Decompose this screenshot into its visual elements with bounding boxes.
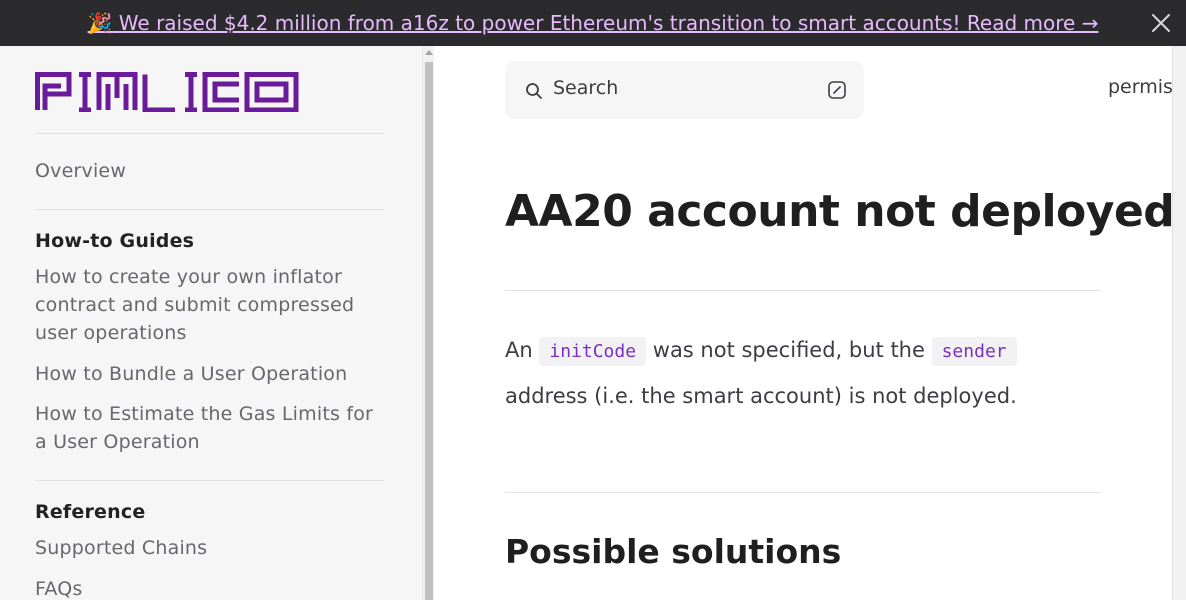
sidebar-heading-reference: Reference [35,501,146,523]
scroll-up-arrow-icon[interactable] [425,50,433,55]
page-title: AA20 account not deployed [505,186,1175,237]
search-placeholder: Search [553,77,619,99]
sidebar-item-supported-chains[interactable]: Supported Chains [35,534,395,562]
sidebar-item-overview[interactable]: Overview [35,157,395,185]
announcement-text: We raised $4.2 million from a16z to powe… [118,11,1099,35]
para-text: An [505,338,533,362]
keyboard-shortcut-icon [827,80,847,104]
party-popper-icon: 🎉 [87,11,113,35]
section-heading-possible-solutions: Possible solutions [505,532,842,571]
code-init-code: initCode [539,337,647,366]
main-content: Search permis AA20 account not deployed … [434,46,1175,600]
content-divider [505,492,1101,493]
para-text: address (i.e. the smart account) is not … [505,384,1017,408]
code-sender: sender [931,337,1017,366]
sidebar-scrollbar-thumb[interactable] [425,62,433,600]
sidebar-divider [35,209,384,210]
sidebar: Overview How-to Guides How to create you… [0,46,422,600]
nav-link-permissions[interactable]: permis [1108,76,1173,98]
search-button[interactable]: Search [505,61,864,119]
pimlico-logo[interactable] [35,72,299,116]
page-scrollbar[interactable] [1172,46,1186,600]
sidebar-item-inflator-contract[interactable]: How to create your own inflator contract… [35,263,390,347]
sidebar-scrollbar[interactable] [422,46,434,600]
announcement-link[interactable]: 🎉 We raised $4.2 million from a16z to po… [88,11,1099,35]
error-description: An initCode was not specified, but the s… [505,328,1105,418]
sidebar-divider [35,133,384,134]
sidebar-heading-how-to-guides: How-to Guides [35,230,195,252]
close-icon[interactable] [1150,12,1172,34]
sidebar-item-bundle-user-operation[interactable]: How to Bundle a User Operation [35,360,395,388]
sidebar-item-estimate-gas-limits[interactable]: How to Estimate the Gas Limits for a Use… [35,400,390,456]
announcement-banner: 🎉 We raised $4.2 million from a16z to po… [0,0,1186,46]
sidebar-divider [35,480,384,481]
sidebar-item-faqs[interactable]: FAQs [35,575,395,600]
content-divider [505,290,1101,291]
para-text: was not specified, but the [652,338,925,362]
search-icon [525,82,543,104]
